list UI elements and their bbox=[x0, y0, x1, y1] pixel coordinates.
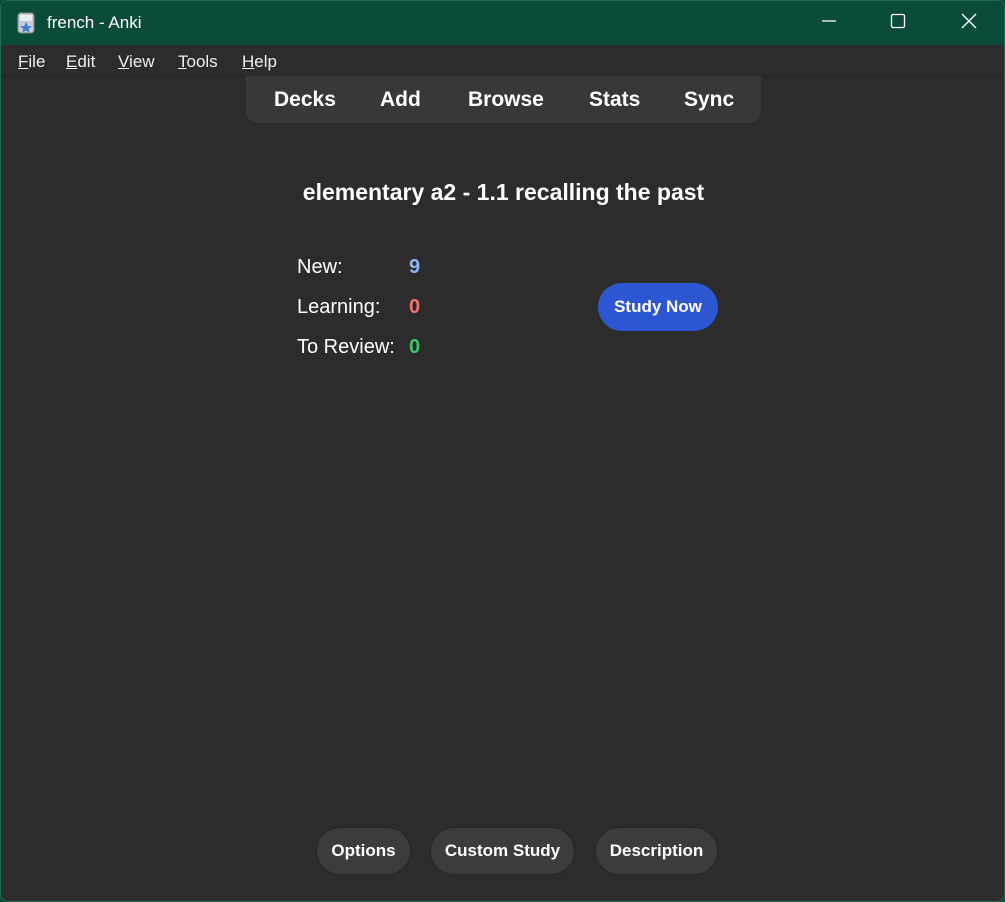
menu-edit[interactable]: Edit bbox=[66, 52, 95, 72]
deck-title: elementary a2 - 1.1 recalling the past bbox=[302, 179, 705, 205]
main-toolbar: Decks Add Browse Stats Sync bbox=[246, 76, 761, 123]
description-button[interactable]: Description bbox=[595, 827, 718, 875]
menu-file[interactable]: File bbox=[18, 52, 45, 72]
close-icon bbox=[961, 13, 977, 34]
anki-icon bbox=[16, 12, 36, 34]
menu-tools[interactable]: Tools bbox=[178, 52, 218, 72]
new-count-value: 9 bbox=[409, 256, 421, 278]
menu-bar: File Edit View Tools Help bbox=[1, 45, 1004, 77]
options-button[interactable]: Options bbox=[316, 827, 411, 875]
toolbar-add[interactable]: Add bbox=[380, 88, 421, 112]
maximize-icon bbox=[890, 13, 906, 34]
toolbar-browse[interactable]: Browse bbox=[468, 88, 544, 112]
title-bar[interactable]: french - Anki bbox=[1, 1, 1004, 45]
close-button[interactable] bbox=[934, 1, 1004, 45]
toolbar-decks[interactable]: Decks bbox=[274, 88, 336, 112]
custom-study-button[interactable]: Custom Study bbox=[430, 827, 575, 875]
anki-window: french - Anki File Edit View Tools Help … bbox=[0, 0, 1005, 902]
maximize-button[interactable] bbox=[863, 1, 933, 45]
window-title: french - Anki bbox=[47, 13, 142, 32]
menu-help[interactable]: Help bbox=[242, 52, 277, 72]
study-now-button[interactable]: Study Now bbox=[598, 283, 718, 331]
minimize-icon bbox=[821, 13, 837, 34]
review-count-value: 0 bbox=[409, 336, 421, 358]
learning-count-label: Learning: bbox=[297, 296, 381, 318]
menu-view[interactable]: View bbox=[118, 52, 155, 72]
learning-count-value: 0 bbox=[409, 296, 421, 318]
toolbar-stats[interactable]: Stats bbox=[589, 88, 640, 112]
toolbar-sync[interactable]: Sync bbox=[684, 88, 734, 112]
review-count-label: To Review: bbox=[297, 336, 395, 358]
new-count-label: New: bbox=[297, 256, 343, 278]
minimize-button[interactable] bbox=[794, 1, 864, 45]
